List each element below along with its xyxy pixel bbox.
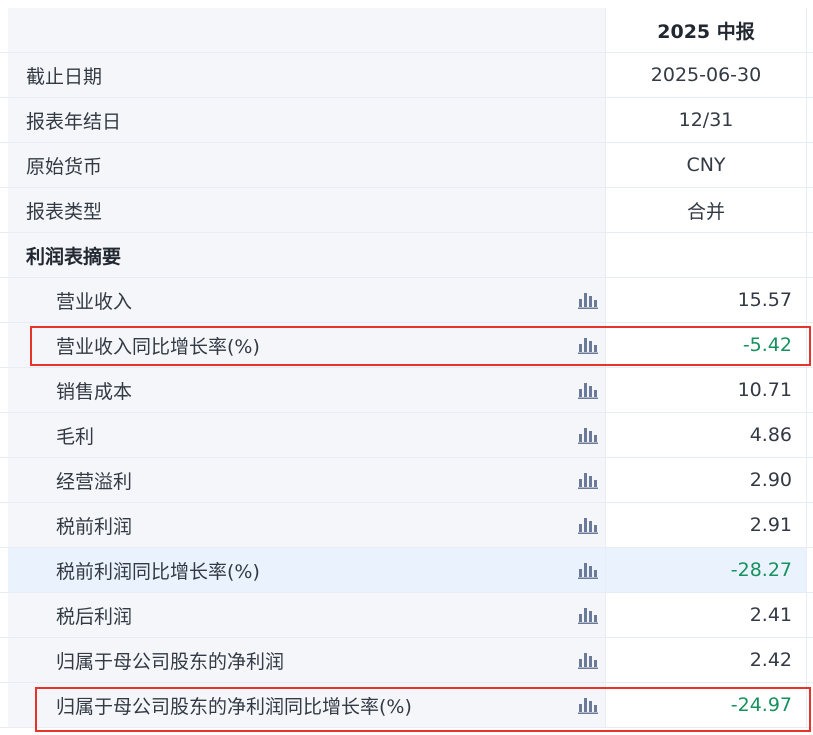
bar-chart-icon[interactable]: [578, 471, 598, 489]
meta-value: CNY: [686, 154, 726, 176]
row-value: -24.97: [730, 694, 792, 716]
meta-value: 12/31: [678, 109, 734, 131]
row-label: 税后利润: [56, 605, 133, 628]
row-label: 营业收入: [56, 290, 133, 313]
meta-label: 截止日期: [26, 65, 103, 88]
row-value: -5.42: [742, 334, 792, 356]
meta-row: 报表年结日 12/31: [0, 98, 813, 143]
table-header-row: 2025 中报: [0, 8, 813, 53]
bar-chart-icon[interactable]: [578, 381, 598, 399]
bar-chart-icon[interactable]: [578, 291, 598, 309]
table-row: 税后利润 2.41: [0, 593, 813, 638]
row-value: 15.57: [737, 289, 792, 311]
row-label: 营业收入同比增长率(%): [56, 335, 260, 358]
row-label: 税前利润: [56, 515, 133, 538]
table-row: 销售成本 10.71: [0, 368, 813, 413]
row-value: -28.27: [730, 559, 792, 581]
bar-chart-icon[interactable]: [578, 606, 598, 624]
bar-chart-icon[interactable]: [578, 426, 598, 444]
table-row: 毛利 4.86: [0, 413, 813, 458]
meta-row: 报表类型 合并: [0, 188, 813, 233]
row-value: 10.71: [737, 379, 792, 401]
meta-label: 报表年结日: [26, 110, 122, 133]
row-label: 归属于母公司股东的净利润同比增长率(%): [56, 695, 412, 718]
meta-label: 报表类型: [26, 200, 103, 223]
section-header-row: 利润表摘要: [0, 233, 813, 278]
table-row: 税前利润同比增长率(%) -28.27: [0, 548, 813, 593]
row-value: 2.90: [749, 469, 792, 491]
section-title: 利润表摘要: [26, 245, 122, 268]
table-row: 营业收入 15.57: [0, 278, 813, 323]
row-label: 税前利润同比增长率(%): [56, 560, 260, 583]
bar-chart-icon[interactable]: [578, 561, 598, 579]
meta-label: 原始货币: [26, 155, 103, 178]
meta-value: 合并: [686, 200, 725, 223]
row-label: 归属于母公司股东的净利润: [56, 650, 285, 673]
row-label: 经营溢利: [56, 470, 133, 493]
table-row: 营业收入同比增长率(%) -5.42: [0, 323, 813, 368]
table-row: 归属于母公司股东的净利润同比增长率(%) -24.97: [0, 683, 813, 728]
bar-chart-icon[interactable]: [578, 696, 598, 714]
table-row: 归属于母公司股东的净利润 2.42: [0, 638, 813, 683]
period-column-title: 2025 中报: [657, 20, 755, 43]
income-statement-table: 2025 中报 截止日期 2025-06-30 报表年结日 12/31 原始货币…: [0, 8, 813, 728]
table-row: 经营溢利 2.90: [0, 458, 813, 503]
row-value: 2.91: [749, 514, 792, 536]
meta-row: 原始货币 CNY: [0, 143, 813, 188]
row-label: 销售成本: [56, 380, 133, 403]
header-label-cell: [8, 8, 605, 52]
meta-row: 截止日期 2025-06-30: [0, 53, 813, 98]
row-value: 2.42: [749, 649, 792, 671]
header-period-cell[interactable]: 2025 中报: [605, 8, 807, 52]
row-value: 4.86: [749, 424, 792, 446]
meta-value: 2025-06-30: [650, 64, 762, 86]
row-label: 毛利: [56, 425, 95, 448]
row-value: 2.41: [749, 604, 792, 626]
bar-chart-icon[interactable]: [578, 651, 598, 669]
bar-chart-icon[interactable]: [578, 336, 598, 354]
table-row: 税前利润 2.91: [0, 503, 813, 548]
bar-chart-icon[interactable]: [578, 516, 598, 534]
